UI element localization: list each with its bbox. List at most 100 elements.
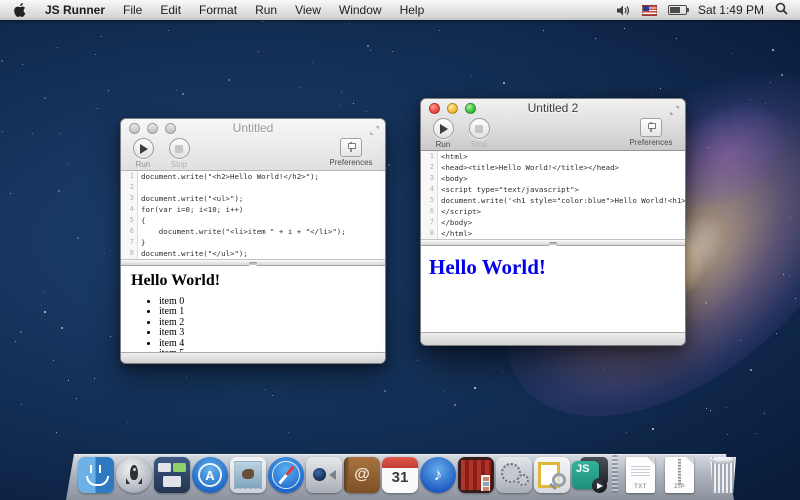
run-button[interactable]: Run xyxy=(129,138,157,169)
stop-button[interactable]: Stop xyxy=(165,138,193,169)
close-button[interactable] xyxy=(429,103,440,114)
play-badge-icon xyxy=(592,478,607,493)
line-number: 3 xyxy=(421,173,438,184)
menu-format[interactable]: Format xyxy=(190,3,246,17)
minimize-button[interactable] xyxy=(447,103,458,114)
apple-menu[interactable] xyxy=(0,3,36,17)
list-item: item 0 xyxy=(159,297,385,307)
address-book-icon[interactable]: @ xyxy=(344,457,380,493)
status-bar xyxy=(421,332,685,345)
output-list: item 0 item 1 item 2 item 3 item 4 item … xyxy=(159,297,385,352)
window-untitled: Untitled Run Stop Preferences 1document.… xyxy=(120,118,386,364)
status-bar xyxy=(121,352,385,363)
play-icon xyxy=(440,124,448,134)
line-number: 7 xyxy=(421,217,438,228)
mail-icon[interactable] xyxy=(230,457,266,493)
zoom-button[interactable] xyxy=(165,123,176,134)
list-item: item 3 xyxy=(159,328,385,338)
finder-icon[interactable] xyxy=(78,457,114,493)
js-runner-icon[interactable]: JS xyxy=(572,457,608,493)
apple-logo-icon xyxy=(14,3,26,17)
app-store-a-glyph: A xyxy=(198,463,222,487)
line-number: 7 xyxy=(121,237,138,248)
preferences-switch-icon xyxy=(340,138,362,157)
dock-divider xyxy=(612,455,618,493)
menu-help[interactable]: Help xyxy=(391,3,434,17)
code-editor[interactable]: 1<html> 2<head><title>Hello World!</titl… xyxy=(421,151,685,239)
menu-file[interactable]: File xyxy=(114,3,151,17)
menu-window[interactable]: Window xyxy=(330,3,391,17)
zoom-button[interactable] xyxy=(465,103,476,114)
window2-output-heading: Hello World! xyxy=(429,255,685,280)
magnifier-icon xyxy=(552,473,566,487)
itunes-icon[interactable]: ♪ xyxy=(420,457,456,493)
preferences-switch-icon xyxy=(640,118,662,137)
line-number: 5 xyxy=(421,195,438,206)
preview-icon[interactable] xyxy=(534,457,570,493)
toolbar: Run Stop Preferences xyxy=(421,117,685,150)
menu-bar-clock[interactable]: Sat 1:49 PM xyxy=(698,3,764,17)
ical-icon[interactable]: 31 xyxy=(382,457,418,493)
mission-control-icon[interactable] xyxy=(154,457,190,493)
toolbar: Run Stop Preferences xyxy=(121,137,385,170)
calendar-day: 31 xyxy=(382,469,418,486)
menu-app-name[interactable]: JS Runner xyxy=(36,3,114,17)
stop-icon xyxy=(475,125,483,133)
output-pane: Hello World! xyxy=(421,246,685,332)
splitter-handle[interactable] xyxy=(121,259,385,266)
fullscreen-icon[interactable] xyxy=(669,103,680,114)
volume-icon[interactable] xyxy=(617,5,631,16)
code-line: <body> xyxy=(438,173,468,184)
stop-icon xyxy=(175,145,183,153)
line-number: 3 xyxy=(121,193,138,204)
system-preferences-icon[interactable] xyxy=(496,457,532,493)
list-item: item 4 xyxy=(159,339,385,349)
preferences-button[interactable]: Preferences xyxy=(325,138,377,167)
title-bar[interactable]: Untitled xyxy=(121,119,385,137)
zip-archive-icon[interactable]: ZIP xyxy=(665,457,694,493)
line-number: 5 xyxy=(121,215,138,226)
txt-document-icon[interactable]: TXT xyxy=(626,457,655,493)
close-button[interactable] xyxy=(129,123,140,134)
code-line: <head><title>Hello World!</title></head> xyxy=(438,162,619,173)
spotlight-icon[interactable] xyxy=(775,2,788,18)
app-store-icon[interactable]: A xyxy=(192,457,228,493)
title-bar[interactable]: Untitled 2 xyxy=(421,99,685,117)
at-glyph: @ xyxy=(354,466,370,484)
splitter-dimple xyxy=(249,262,257,265)
fullscreen-icon[interactable] xyxy=(369,123,380,134)
code-line: document.write("</ul>"); xyxy=(138,248,248,259)
run-button[interactable]: Run xyxy=(429,118,457,149)
crumpled-paper-icon xyxy=(711,456,735,464)
trash-icon[interactable] xyxy=(706,457,740,493)
menu-edit[interactable]: Edit xyxy=(151,3,190,17)
camera-lens-icon xyxy=(313,468,326,481)
menu-view[interactable]: View xyxy=(286,3,330,17)
line-number: 1 xyxy=(121,171,138,182)
facetime-icon[interactable] xyxy=(306,457,342,493)
minimize-button[interactable] xyxy=(147,123,158,134)
launchpad-icon[interactable] xyxy=(116,457,152,493)
code-line: } xyxy=(138,237,145,248)
code-line: <script type="text/javascript"> xyxy=(438,184,579,195)
code-line: </script> xyxy=(438,206,481,217)
play-icon xyxy=(140,144,148,154)
line-number: 1 xyxy=(421,151,438,162)
code-editor[interactable]: 1document.write("<h2>Hello World!</h2>")… xyxy=(121,171,385,259)
preferences-button[interactable]: Preferences xyxy=(625,118,677,147)
line-number: 2 xyxy=(121,182,138,193)
battery-icon[interactable] xyxy=(668,5,687,15)
photo-strip-icon xyxy=(481,475,490,491)
list-item: item 2 xyxy=(159,318,385,328)
code-line: document.write("<h2>Hello World!</h2>"); xyxy=(138,171,319,182)
splitter-handle[interactable] xyxy=(421,239,685,246)
splitter-dimple xyxy=(549,242,557,245)
photo-booth-icon[interactable] xyxy=(458,457,494,493)
safari-icon[interactable] xyxy=(268,457,304,493)
input-source-flag-icon[interactable] xyxy=(642,5,657,16)
stop-button[interactable]: Stop xyxy=(465,118,493,149)
line-number: 6 xyxy=(121,226,138,237)
menu-run[interactable]: Run xyxy=(246,3,286,17)
list-item: item 1 xyxy=(159,307,385,317)
code-line xyxy=(138,182,141,193)
